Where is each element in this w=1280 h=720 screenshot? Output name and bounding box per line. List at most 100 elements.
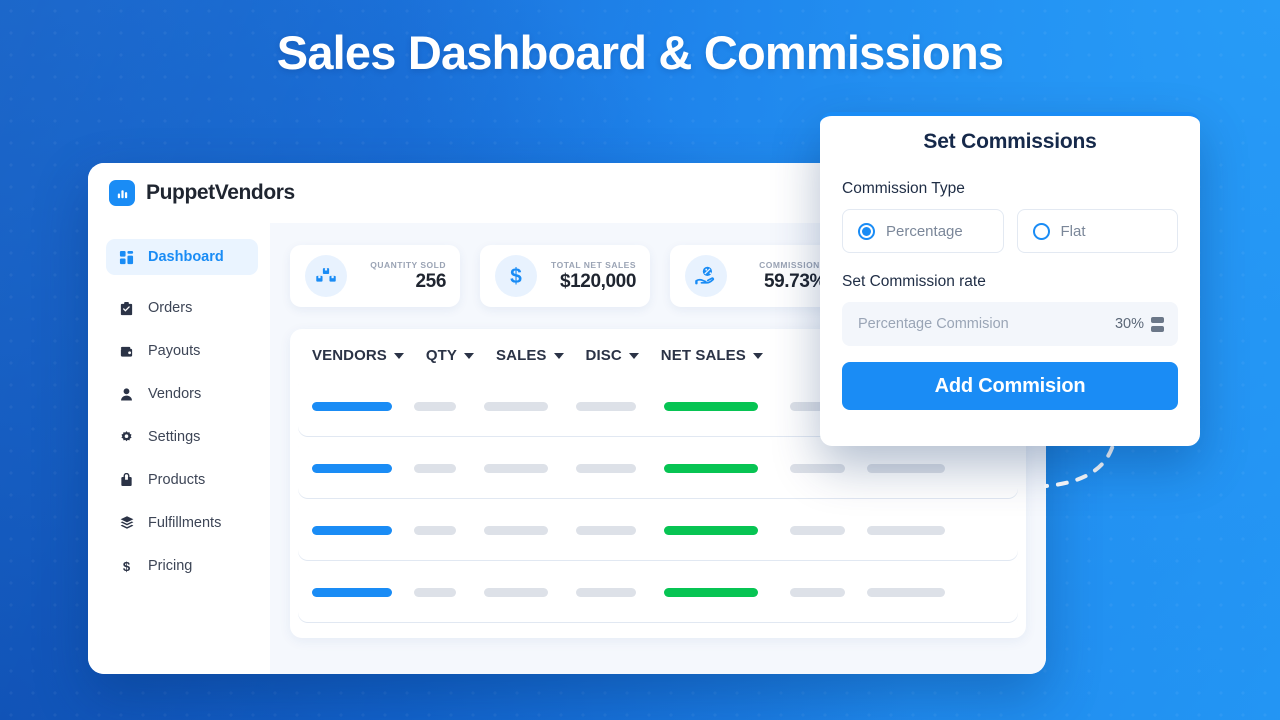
radio-option-percentage[interactable]: Percentage <box>842 209 1004 253</box>
stat-value: 256 <box>415 270 446 292</box>
radio-selected-icon[interactable] <box>858 222 875 240</box>
stat-card-commissions[interactable]: COMMISSIONS 59.73% <box>670 245 840 307</box>
svg-text:$: $ <box>123 559 131 574</box>
commission-rate-label: Set Commission rate <box>842 273 986 290</box>
clipboard-orders-icon <box>118 300 135 317</box>
stat-label: QUANTITY SOLD <box>370 259 446 270</box>
commission-rate-input[interactable]: Percentage Commision 30% <box>842 302 1178 346</box>
radio-option-flat[interactable]: Flat <box>1016 209 1178 253</box>
column-header-label: QTY <box>425 347 458 364</box>
title-segment-plain-1: Sales <box>276 26 408 79</box>
table-row[interactable] <box>298 500 1018 560</box>
table-cell-placeholder <box>414 401 456 411</box>
grid-dashboard-icon <box>118 249 135 266</box>
column-header-net-sales[interactable]: NET SALES <box>661 347 763 364</box>
sidebar-item-settings[interactable]: Settings <box>106 419 258 455</box>
sidebar-item-label: Payouts <box>148 343 201 359</box>
sidebar: Dashboard Orders Payouts Vendors Setting… <box>88 223 270 674</box>
title-segment-highlight-commissions: Commissions <box>704 22 1004 84</box>
stack-fulfillments-icon <box>118 515 135 532</box>
table-cell-placeholder <box>312 587 392 597</box>
add-commission-button[interactable]: Add Commision <box>842 362 1178 410</box>
table-row[interactable] <box>298 562 1018 622</box>
sidebar-item-label: Vendors <box>148 386 202 402</box>
column-header-vendors[interactable]: VENDORS <box>312 347 404 364</box>
table-cell-placeholder <box>414 463 456 473</box>
table-cell-placeholder <box>790 525 845 535</box>
sidebar-item-label: Pricing <box>148 558 193 574</box>
panel-title: Set Commissions <box>923 130 1097 153</box>
stat-card-quantity-sold[interactable]: QUANTITY SOLD 256 <box>290 245 460 307</box>
panel-body: Commission Type Percentage Flat Set Comm… <box>820 168 1200 410</box>
column-header-label: VENDORS <box>312 347 387 364</box>
column-header-label: DISC <box>585 347 622 364</box>
table-cell-placeholder <box>484 463 548 473</box>
column-header-disc[interactable]: DISC <box>586 347 639 364</box>
sidebar-item-label: Settings <box>148 429 201 445</box>
commission-rate-placeholder: Percentage Commision <box>858 316 1009 332</box>
sidebar-item-payouts[interactable]: Payouts <box>106 333 258 369</box>
number-stepper-icon[interactable] <box>1151 316 1164 332</box>
column-header-qty[interactable]: QTY <box>425 347 475 364</box>
sidebar-item-label: Products <box>148 472 206 488</box>
page-title-text: Sales Dashboard & Commissions <box>276 22 1004 84</box>
sidebar-item-pricing[interactable]: $ Pricing <box>106 548 258 584</box>
sidebar-item-vendors[interactable]: Vendors <box>106 376 258 412</box>
commission-type-label: Commission Type <box>842 180 965 197</box>
table-cell-placeholder <box>867 463 945 473</box>
table-cell-placeholder <box>664 587 758 597</box>
chevron-down-icon[interactable] <box>553 352 564 359</box>
sidebar-item-products[interactable]: Products <box>106 462 258 498</box>
sidebar-item-fulfillments[interactable]: Fulfillments <box>106 505 258 541</box>
table-cell-placeholder <box>312 401 392 411</box>
table-cell-placeholder <box>867 587 945 597</box>
table-cell-placeholder <box>664 525 758 535</box>
sidebar-item-dashboard[interactable]: Dashboard <box>106 239 258 275</box>
table-cell-placeholder <box>312 525 392 535</box>
table-cell-placeholder <box>484 525 548 535</box>
chevron-down-icon[interactable] <box>752 352 763 359</box>
boxes-icon <box>305 255 347 297</box>
stat-label: COMMISSIONS <box>759 259 826 270</box>
table-cell-placeholder <box>484 587 548 597</box>
column-header-sales[interactable]: SALES <box>496 347 564 364</box>
table-cell-placeholder <box>664 463 758 473</box>
chevron-down-icon[interactable] <box>464 352 475 359</box>
sidebar-item-label: Orders <box>148 300 193 316</box>
commission-rate-value: 30% <box>1114 316 1144 332</box>
chevron-down-icon[interactable] <box>393 352 404 359</box>
table-cell-placeholder <box>576 587 636 597</box>
table-cell-placeholder <box>576 525 636 535</box>
sidebar-item-label: Fulfillments <box>148 515 222 531</box>
wallet-payouts-icon <box>118 343 135 360</box>
table-cell-placeholder <box>790 587 845 597</box>
table-cell-placeholder <box>576 463 636 473</box>
sidebar-item-orders[interactable]: Orders <box>106 290 258 326</box>
title-segment-highlight-dashboard: Dashboard <box>408 22 647 84</box>
radio-option-label: Percentage <box>886 222 963 240</box>
page-title: Sales Dashboard & Commissions <box>0 22 1280 84</box>
radio-unselected-icon[interactable] <box>1032 222 1050 240</box>
table-cell-placeholder <box>576 401 636 411</box>
bar-chart-icon <box>109 180 135 206</box>
dollar-pricing-icon: $ <box>118 558 135 575</box>
table-cell-placeholder <box>312 463 392 473</box>
radio-option-label: Flat <box>1060 222 1086 240</box>
table-cell-placeholder <box>414 587 456 597</box>
table-row[interactable] <box>298 438 1018 498</box>
table-cell-placeholder <box>790 463 845 473</box>
table-cell-placeholder <box>867 525 945 535</box>
gear-icon <box>118 429 135 446</box>
stat-label: TOTAL NET SALES <box>551 259 636 270</box>
bag-products-icon <box>118 472 135 489</box>
chevron-down-icon[interactable] <box>628 352 639 359</box>
stat-value: 59.73% <box>763 270 826 292</box>
stat-card-total-net-sales[interactable]: $ TOTAL NET SALES $120,000 <box>480 245 650 307</box>
column-header-label: NET SALES <box>660 347 746 364</box>
svg-text:$: $ <box>510 265 522 288</box>
column-header-label: SALES <box>496 347 547 364</box>
table-cell-placeholder <box>664 401 758 411</box>
set-commissions-panel: Set Commissions Commission Type Percenta… <box>820 112 1200 446</box>
hand-percent-icon <box>685 255 727 297</box>
